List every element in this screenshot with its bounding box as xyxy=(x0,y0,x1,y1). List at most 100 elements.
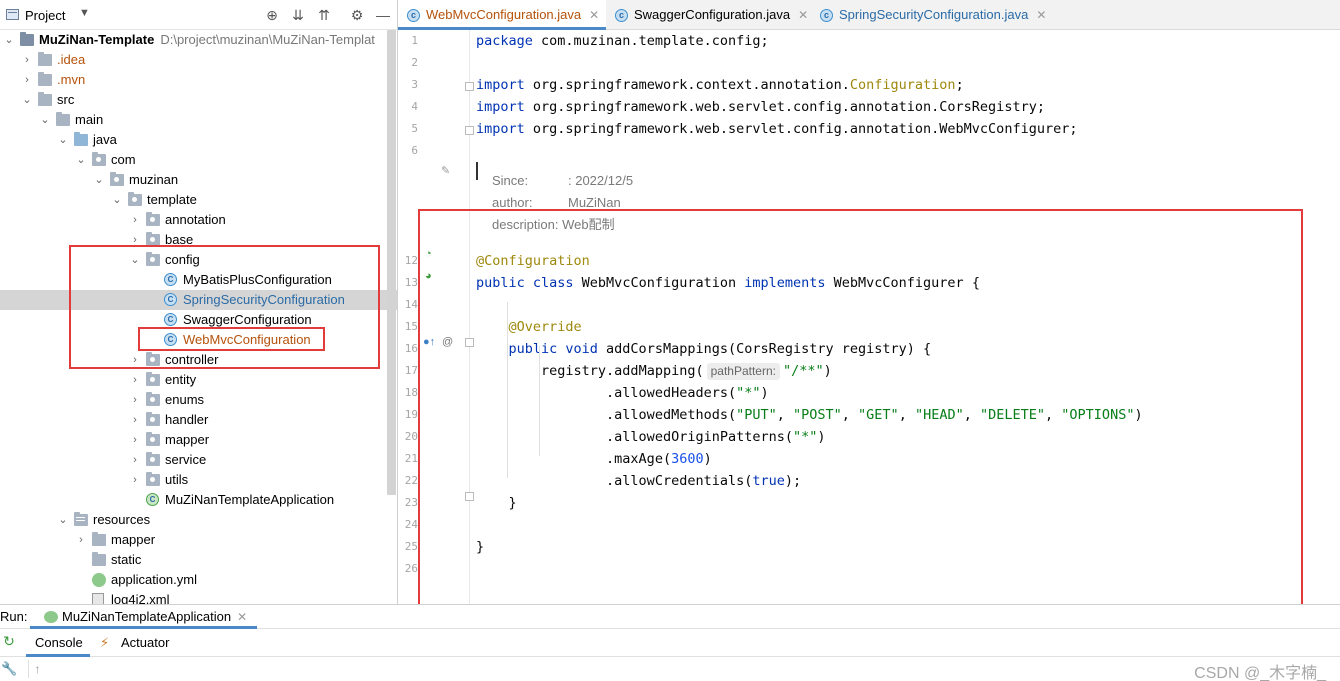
chevron-right-icon[interactable]: › xyxy=(130,370,140,390)
chevron-right-icon[interactable]: › xyxy=(130,430,140,450)
code-token: "HEAD" xyxy=(914,407,964,423)
tree-item[interactable]: › handler xyxy=(0,410,397,430)
tree-item[interactable]: ⌄ resources xyxy=(0,510,397,530)
run-config-tab[interactable]: MuZiNanTemplateApplication ✕ xyxy=(30,605,258,629)
chevron-right-icon[interactable]: › xyxy=(130,210,140,230)
close-icon[interactable]: ✕ xyxy=(1036,8,1046,22)
tree-item[interactable]: ⌄ src xyxy=(0,90,397,110)
tree-item[interactable]: › utils xyxy=(0,470,397,490)
code-line[interactable]: } xyxy=(476,492,517,514)
tree-item[interactable]: ⌄ MuZiNan-Template D:\project\muzinan\MuZi… xyxy=(0,30,397,50)
tree-item[interactable]: C WebMvcConfiguration xyxy=(0,330,397,350)
code-line[interactable]: @Configuration xyxy=(476,250,590,272)
chevron-right-icon[interactable]: › xyxy=(76,530,86,550)
code-line[interactable]: import org.springframework.web.servlet.c… xyxy=(476,96,1045,118)
code-line[interactable]: public class WebMvcConfiguration impleme… xyxy=(476,272,980,294)
code-line[interactable]: .allowedHeaders("*") xyxy=(476,382,769,404)
tree-item[interactable]: static xyxy=(0,550,397,570)
chevron-down-icon[interactable]: ⌄ xyxy=(112,190,122,210)
chevron-down-icon[interactable]: ⌄ xyxy=(130,250,140,270)
chevron-right-icon[interactable]: › xyxy=(22,70,32,90)
run-bottom-bar: 🔧 ↑ CSDN @_木字楠_ xyxy=(0,657,1340,681)
chevron-down-icon[interactable]: ⌄ xyxy=(76,150,86,170)
annotation-icon[interactable]: @ xyxy=(442,336,453,348)
code-line[interactable]: import org.springframework.context.annot… xyxy=(476,74,964,96)
spring-config-icon[interactable]: ◕ xyxy=(425,270,432,282)
tree-item[interactable]: ⌄ template xyxy=(0,190,397,210)
chevron-down-icon[interactable]: ⌄ xyxy=(58,130,68,150)
tree-item[interactable]: ⌄ java xyxy=(0,130,397,150)
tree-item[interactable]: ⌄ muzinan xyxy=(0,170,397,190)
override-icon[interactable]: ●↑ xyxy=(423,336,435,348)
code-line[interactable]: registry.addMapping(pathPattern: "/**") xyxy=(476,360,832,382)
tree-item[interactable]: › base xyxy=(0,230,397,250)
project-view-selector[interactable]: Project xyxy=(25,8,65,23)
tree-item[interactable]: › service xyxy=(0,450,397,470)
chevron-right-icon[interactable]: › xyxy=(130,390,140,410)
gear-icon[interactable]: ⚙ xyxy=(348,6,366,24)
chevron-right-icon[interactable]: › xyxy=(130,470,140,490)
code-line[interactable]: import org.springframework.web.servlet.c… xyxy=(476,118,1077,140)
editor-gutter[interactable]: 1 2 3 4 5 6 12 13 14 15 16 17 18 19 20 21 22 23 24 25 26 ◔ ◕ ●↑… xyxy=(398,30,474,604)
tree-item[interactable]: › entity xyxy=(0,370,397,390)
chevron-right-icon[interactable]: › xyxy=(22,50,32,70)
collapse-all-icon[interactable]: ⇈ xyxy=(315,6,333,24)
fold-marker-icon[interactable] xyxy=(465,126,474,135)
code-line[interactable]: .maxAge(3600) xyxy=(476,448,712,470)
target-icon[interactable]: ⊕ xyxy=(263,6,281,24)
chevron-right-icon[interactable]: › xyxy=(130,450,140,470)
code-line[interactable]: .allowCredentials(true); xyxy=(476,470,801,492)
tree-item[interactable]: application.yml xyxy=(0,570,397,590)
tab-actuator[interactable]: ⚡ Actuator xyxy=(100,629,180,657)
code-line[interactable]: public void addCorsMappings(CorsRegistry… xyxy=(476,338,932,360)
wrench-icon[interactable]: 🔧 xyxy=(1,661,17,677)
close-icon[interactable]: ✕ xyxy=(798,8,808,22)
chevron-right-icon[interactable]: › xyxy=(130,410,140,430)
edit-pencil-icon[interactable]: ✎ xyxy=(441,164,450,177)
chevron-down-icon[interactable]: ⌄ xyxy=(22,90,32,110)
tree-item[interactable]: › controller xyxy=(0,350,397,370)
chevron-down-icon[interactable]: ⌄ xyxy=(4,30,14,50)
tab-swagger-configuration[interactable]: SwaggerConfiguration.java ✕ xyxy=(606,0,811,30)
expand-all-icon[interactable]: ⇊ xyxy=(289,6,307,24)
chevron-down-icon[interactable]: ▼ xyxy=(79,7,90,19)
tree-item[interactable]: C SwaggerConfiguration xyxy=(0,310,397,330)
spring-bean-icon[interactable]: ◔ xyxy=(425,248,432,260)
fold-marker-icon[interactable] xyxy=(465,492,474,501)
chevron-right-icon[interactable]: › xyxy=(130,230,140,250)
tree-item[interactable]: log4j2.xml xyxy=(0,590,397,604)
tab-springsecurity-configuration[interactable]: SpringSecurityConfiguration.java ✕ xyxy=(811,0,1051,30)
fold-marker-icon[interactable] xyxy=(465,338,474,347)
fold-marker-icon[interactable] xyxy=(465,82,474,91)
java-class-icon xyxy=(407,0,420,30)
tab-console[interactable]: Console xyxy=(26,629,90,657)
tree-item[interactable]: › enums xyxy=(0,390,397,410)
chevron-down-icon[interactable]: ⌄ xyxy=(58,510,68,530)
tree-item[interactable]: C MuZiNanTemplateApplication xyxy=(0,490,397,510)
rerun-icon[interactable]: ↻ xyxy=(0,633,18,653)
tree-item[interactable]: ⌄ main xyxy=(0,110,397,130)
tree-item[interactable]: › .idea xyxy=(0,50,397,70)
tree-item[interactable]: C SpringSecurityConfiguration xyxy=(0,290,397,310)
tree-item[interactable]: › annotation xyxy=(0,210,397,230)
close-icon[interactable]: ✕ xyxy=(237,610,247,624)
tree-item[interactable]: ⌄ config xyxy=(0,250,397,270)
tree-item[interactable]: › mapper xyxy=(0,430,397,450)
chevron-down-icon[interactable]: ⌄ xyxy=(40,110,50,130)
tree-scrollbar[interactable] xyxy=(387,30,396,495)
minimize-icon[interactable]: — xyxy=(374,6,392,24)
chevron-right-icon[interactable]: › xyxy=(130,350,140,370)
code-line[interactable]: .allowedOriginPatterns("*") xyxy=(476,426,825,448)
tree-item[interactable]: C MyBatisPlusConfiguration xyxy=(0,270,397,290)
code-line[interactable]: package com.muzinan.template.config; xyxy=(476,30,769,52)
code-line[interactable]: .allowedMethods("PUT", "POST", "GET", "H… xyxy=(476,404,1143,426)
tree-item[interactable]: ⌄ com xyxy=(0,150,397,170)
code-line[interactable]: } xyxy=(476,536,484,558)
tree-item[interactable]: › mapper xyxy=(0,530,397,550)
chevron-down-icon[interactable]: ⌄ xyxy=(94,170,104,190)
tree-item[interactable]: › .mvn xyxy=(0,70,397,90)
close-icon[interactable]: ✕ xyxy=(589,8,599,22)
code-line[interactable]: @Override xyxy=(476,316,582,338)
tab-webmvc-configuration[interactable]: WebMvcConfiguration.java ✕ xyxy=(398,0,606,30)
arrow-up-icon[interactable]: ↑ xyxy=(28,660,46,678)
